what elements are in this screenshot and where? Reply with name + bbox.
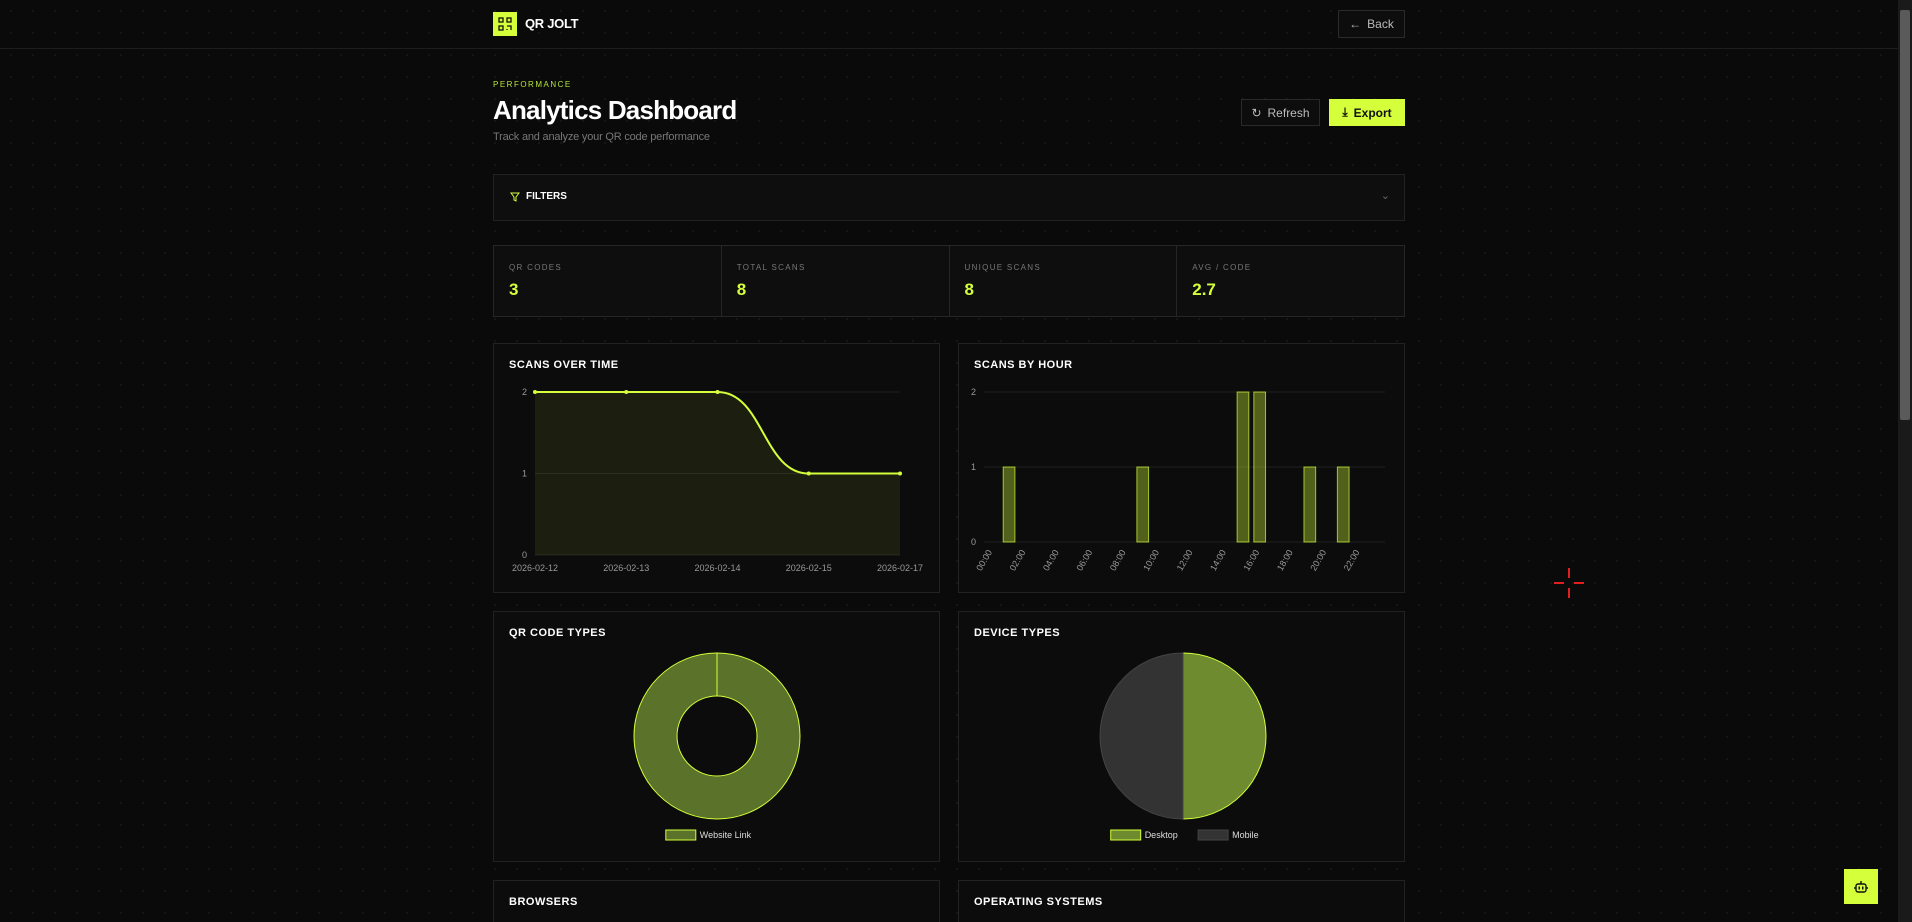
stat-value: 2.7 <box>1192 280 1389 300</box>
card-title: OPERATING SYSTEMS <box>974 896 1103 908</box>
scrollbar-thumb[interactable] <box>1900 10 1910 420</box>
scans-over-time-card: SCANS OVER TIME 0 1 2 2026-02-12 2026-02-13 20… <box>493 343 940 593</box>
brand-name[interactable]: QR JOLT <box>525 16 578 31</box>
bar <box>1003 467 1015 542</box>
x-tick-label: 06:00 <box>1074 548 1094 573</box>
x-tick-label: 08:00 <box>1108 548 1128 573</box>
back-label: Back <box>1367 17 1394 31</box>
device-types-chart: Desktop Mobile <box>959 612 1406 863</box>
export-label: Export <box>1354 106 1392 120</box>
y-tick-label: 1 <box>522 469 527 479</box>
y-tick-label: 0 <box>971 537 976 547</box>
data-point <box>533 390 537 394</box>
stat-value: 3 <box>509 280 706 300</box>
scans-over-time-chart: 0 1 2 2026-02-12 2026-02-13 2026-02-14 2026-02… <box>494 344 941 594</box>
card-title: SCANS OVER TIME <box>509 359 619 371</box>
page-title: Analytics Dashboard <box>493 95 736 126</box>
bar <box>1237 392 1249 542</box>
device-types-card: DEVICE TYPES Desktop Mobile <box>958 611 1405 862</box>
pie-slice <box>1183 653 1266 819</box>
legend-swatch <box>1198 830 1228 840</box>
card-title: BROWSERS <box>509 896 578 908</box>
refresh-label: Refresh <box>1268 106 1310 120</box>
arrow-left-icon: ← <box>1349 17 1361 31</box>
stat-unique-scans: UNIQUE SCANS 8 <box>950 246 1178 316</box>
chevron-down-icon[interactable]: ⌄ <box>1381 189 1390 202</box>
top-bar <box>0 0 1898 49</box>
x-tick-label: 00:00 <box>974 548 994 573</box>
stat-value: 8 <box>737 280 934 300</box>
x-tick-label: 2026-02-12 <box>512 563 558 573</box>
scans-by-hour-card: SCANS BY HOUR 0 1 2 00:00 02:00 04:00 06:00 08:0… <box>958 343 1405 593</box>
y-tick-label: 0 <box>522 550 527 560</box>
card-title: QR CODE TYPES <box>509 627 606 639</box>
x-tick-label: 2026-02-15 <box>786 563 832 573</box>
stat-value: 8 <box>965 280 1162 300</box>
data-point <box>807 472 811 476</box>
bar <box>1304 467 1316 542</box>
legend-label: Website Link <box>700 830 752 840</box>
qr-code-types-card: QR CODE TYPES Website Link <box>493 611 940 862</box>
x-tick-label: 02:00 <box>1008 548 1028 573</box>
y-tick-label: 1 <box>971 462 976 472</box>
bar <box>1254 392 1266 542</box>
filters-label: FILTERS <box>526 191 567 202</box>
stat-label: QR CODES <box>509 263 706 272</box>
qr-code-types-chart: Website Link <box>494 612 941 863</box>
filter-icon <box>510 192 520 202</box>
crosshair-cursor-icon <box>1554 568 1584 598</box>
y-tick-label: 2 <box>971 387 976 397</box>
x-tick-label: 2026-02-13 <box>603 563 649 573</box>
donut-hole <box>677 696 757 776</box>
legend-swatch <box>1111 830 1141 840</box>
stat-label: AVG / CODE <box>1192 263 1389 272</box>
filters-panel[interactable]: FILTERS ⌄ <box>493 174 1405 221</box>
chatbot-button[interactable] <box>1844 869 1878 904</box>
stat-avg-code: AVG / CODE 2.7 <box>1177 246 1404 316</box>
card-title: DEVICE TYPES <box>974 627 1060 639</box>
pie-slice <box>1100 653 1183 819</box>
data-point <box>716 390 720 394</box>
x-tick-label: 16:00 <box>1241 548 1261 573</box>
x-tick-label: 14:00 <box>1208 548 1228 573</box>
stat-label: UNIQUE SCANS <box>965 263 1162 272</box>
stat-total-scans: TOTAL SCANS 8 <box>722 246 950 316</box>
legend-label: Desktop <box>1145 830 1178 840</box>
legend-label: Mobile <box>1232 830 1259 840</box>
stat-qr-codes: QR CODES 3 <box>494 246 722 316</box>
x-tick-label: 04:00 <box>1041 548 1061 573</box>
refresh-icon: ↻ <box>1251 106 1261 120</box>
x-tick-label: 22:00 <box>1342 548 1362 573</box>
stats-row: QR CODES 3 TOTAL SCANS 8 UNIQUE SCANS 8 AVG… <box>493 245 1405 317</box>
browsers-card: BROWSERS <box>493 880 940 922</box>
x-tick-label: 2026-02-17 <box>877 563 923 573</box>
back-button[interactable]: ← Back <box>1338 10 1405 38</box>
x-tick-label: 12:00 <box>1175 548 1195 573</box>
legend-swatch <box>666 830 696 840</box>
qr-logo-icon[interactable] <box>493 12 517 36</box>
data-point <box>898 472 902 476</box>
x-tick-label: 20:00 <box>1308 548 1328 573</box>
page-subtitle: Track and analyze your QR code performan… <box>493 131 710 143</box>
eyebrow: PERFORMANCE <box>493 80 572 89</box>
operating-systems-card: OPERATING SYSTEMS <box>958 880 1405 922</box>
card-title: SCANS BY HOUR <box>974 359 1073 371</box>
scans-by-hour-chart: 0 1 2 00:00 02:00 04:00 06:00 08:00 10:00 12:00 14… <box>959 344 1406 594</box>
robot-icon <box>1853 880 1869 894</box>
x-tick-label: 18:00 <box>1275 548 1295 573</box>
bar <box>1337 467 1349 542</box>
stat-label: TOTAL SCANS <box>737 263 934 272</box>
data-point <box>624 390 628 394</box>
y-tick-label: 2 <box>522 387 527 397</box>
x-tick-label: 10:00 <box>1141 548 1161 573</box>
refresh-button[interactable]: ↻ Refresh <box>1241 99 1320 126</box>
export-button[interactable]: ⤓ Export <box>1329 99 1405 126</box>
download-icon: ⤓ <box>1342 105 1347 120</box>
bar <box>1137 467 1149 542</box>
x-tick-label: 2026-02-14 <box>694 563 740 573</box>
